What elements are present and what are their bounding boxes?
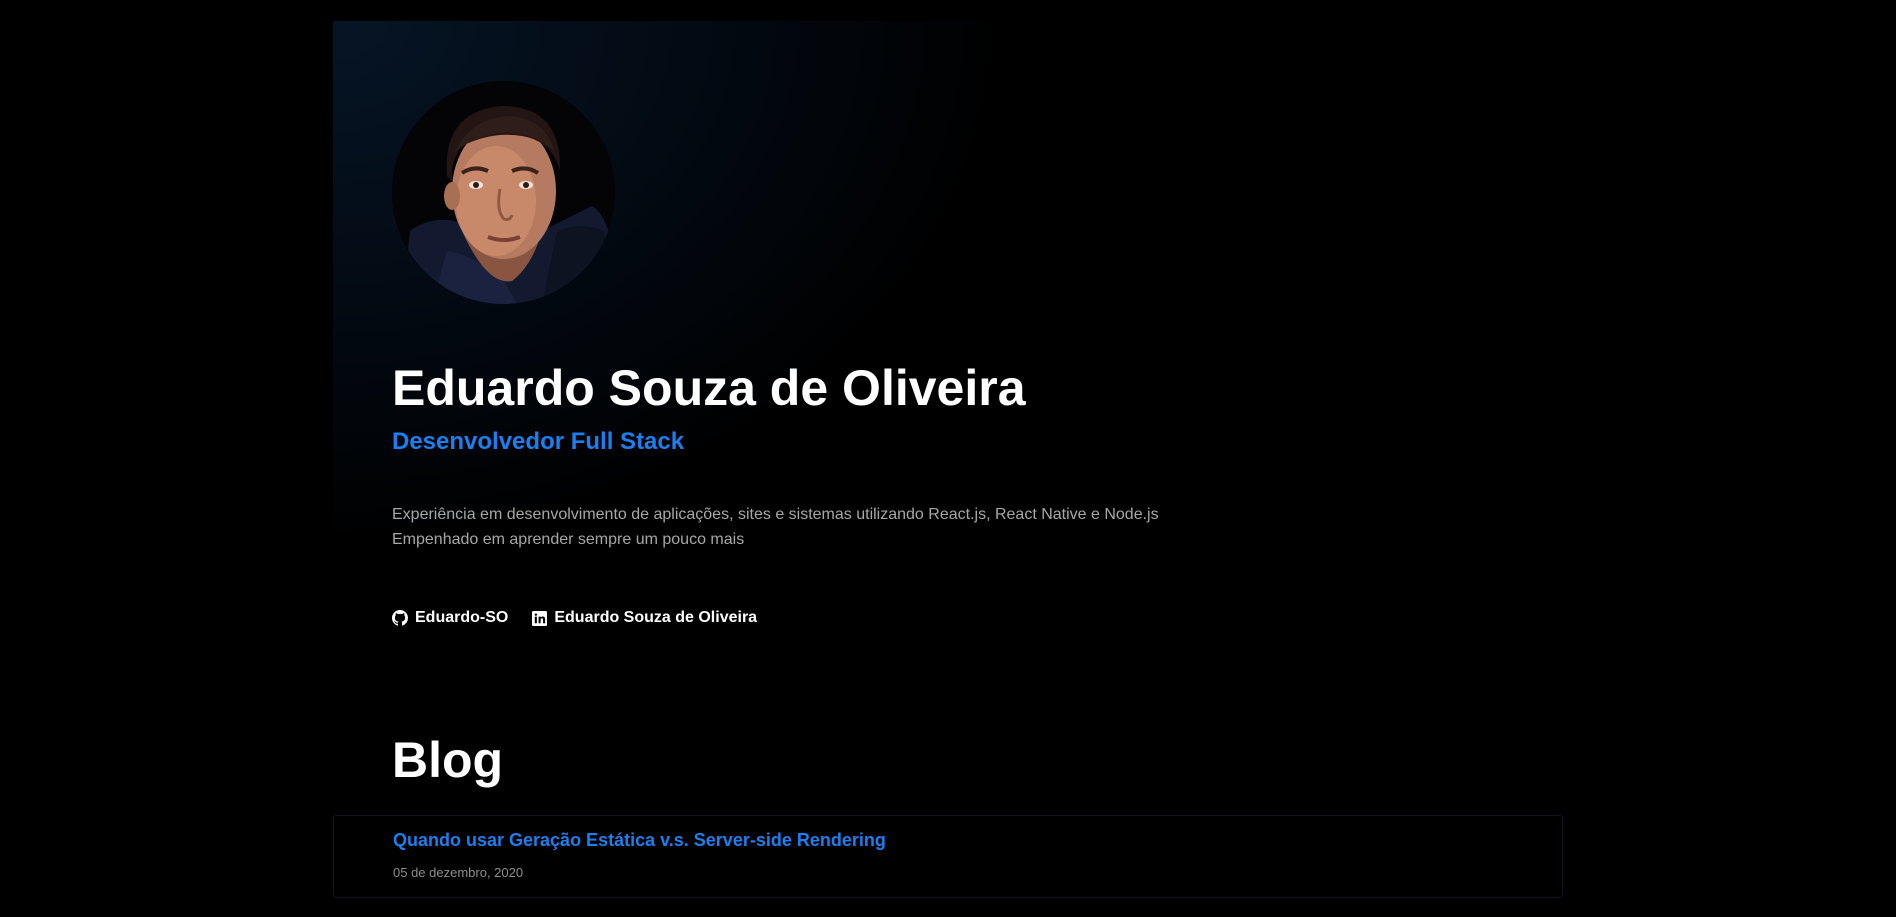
- linkedin-label: Eduardo Souza de Oliveira: [554, 609, 758, 626]
- bio-line: Empenhado em aprender sempre um pouco ma…: [392, 531, 745, 548]
- linkedin-icon: [532, 610, 548, 626]
- bio-line: Experiência em desenvolvimento de aplica…: [392, 506, 1159, 523]
- profile-role: Desenvolvedor Full Stack: [392, 428, 685, 455]
- blog-post-card[interactable]: Quando usar Geração Estática v.s. Server…: [333, 815, 1563, 898]
- blog-heading: Blog: [392, 732, 504, 788]
- blog-post-title-link[interactable]: Quando usar Geração Estática v.s. Server…: [393, 830, 886, 851]
- page: Eduardo Souza de Oliveira Desenvolvedor …: [0, 0, 1896, 917]
- github-icon: [392, 610, 408, 626]
- social-links: Eduardo-SO Eduardo Souza de Oliveira: [392, 609, 757, 627]
- avatar-photo: [392, 81, 615, 304]
- github-link[interactable]: Eduardo-SO: [392, 609, 508, 627]
- github-label: Eduardo-SO: [415, 609, 509, 626]
- profile-name: Eduardo Souza de Oliveira: [392, 360, 1026, 416]
- avatar: [392, 81, 615, 304]
- blog-post-date: 05 de dezembro, 2020: [393, 865, 524, 880]
- linkedin-link[interactable]: Eduardo Souza de Oliveira: [532, 609, 757, 627]
- profile-bio: Experiência em desenvolvimento de aplica…: [392, 502, 1159, 552]
